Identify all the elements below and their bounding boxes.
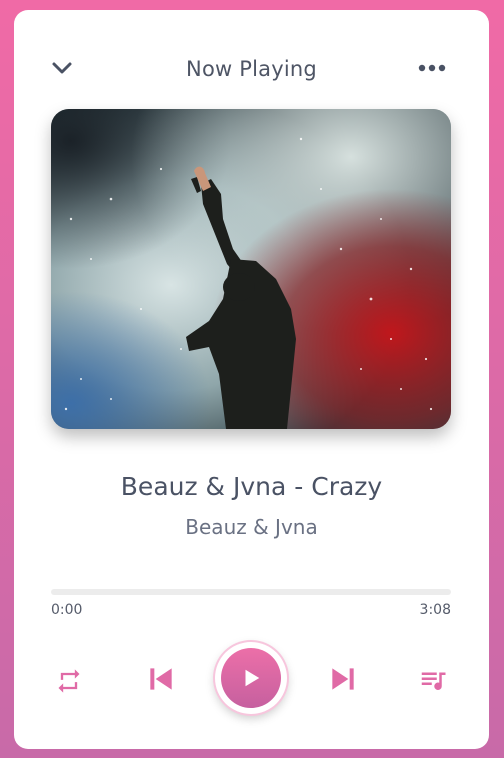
player-header: Now Playing [14, 10, 489, 110]
repeat-icon [58, 669, 80, 693]
next-button[interactable] [324, 660, 362, 698]
repeat-button[interactable] [52, 664, 86, 698]
album-art [51, 109, 451, 429]
queue-button[interactable] [415, 662, 451, 698]
skip-previous-icon [150, 668, 172, 690]
previous-button[interactable] [142, 660, 180, 698]
more-horizontal-icon [418, 64, 446, 72]
play-button-inner [221, 648, 281, 708]
player-card: Now Playing Beauz & Jvna - Crazy Beauz &… [14, 10, 489, 749]
track-title: Beauz & Jvna - Crazy [120, 472, 383, 501]
more-options-button[interactable] [414, 50, 450, 86]
track-artist: Beauz & Jvna [185, 515, 318, 539]
duration-time: 3:08 [419, 602, 451, 618]
play-button[interactable] [215, 642, 287, 714]
album-art-image [51, 109, 451, 429]
progress-bar[interactable] [51, 589, 451, 595]
current-time: 0:00 [51, 602, 83, 618]
play-icon [245, 669, 260, 687]
queue-music-icon [421, 672, 446, 690]
skip-next-icon [332, 668, 354, 690]
